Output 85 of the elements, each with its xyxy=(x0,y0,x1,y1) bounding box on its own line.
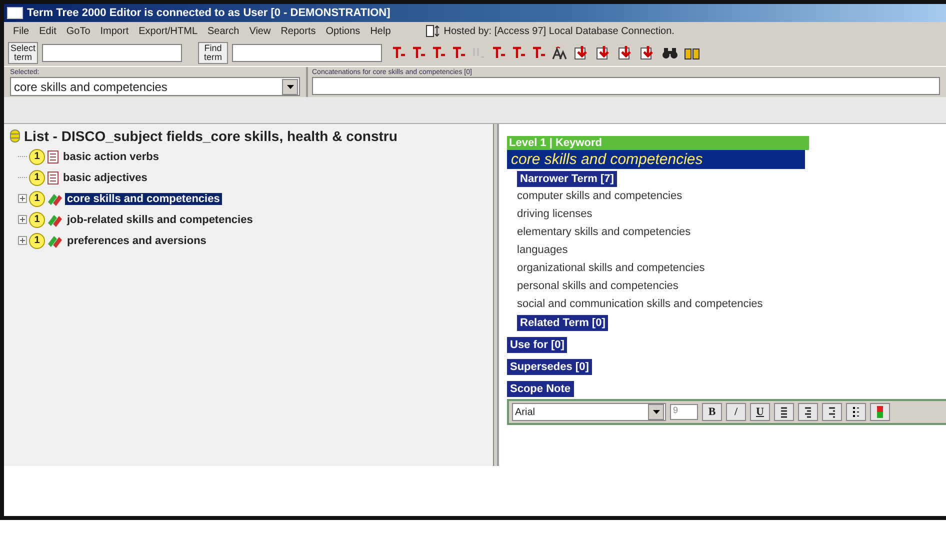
menu-item[interactable]: Options xyxy=(320,26,366,36)
menu-item[interactable]: Search xyxy=(202,26,244,36)
tree-tool-icon[interactable] xyxy=(492,46,506,60)
section-header: Use for [0] xyxy=(507,337,568,353)
database-icon xyxy=(426,25,440,37)
tree-tool-icon[interactable] xyxy=(432,46,446,60)
books-icon xyxy=(47,212,63,226)
font-size-field[interactable]: 9 xyxy=(670,404,698,420)
move-term-icon[interactable] xyxy=(574,45,590,61)
narrower-term[interactable]: organizational skills and competencies xyxy=(517,259,938,277)
bullet-list-icon xyxy=(853,406,859,418)
level-badge: 1 xyxy=(29,190,45,206)
document-icon xyxy=(47,150,59,164)
level-badge: 1 xyxy=(29,170,45,186)
narrower-term[interactable]: elementary skills and competencies xyxy=(517,223,938,241)
menu-item[interactable]: View xyxy=(244,26,276,36)
menu-item[interactable]: Edit xyxy=(34,26,62,36)
section-header: Scope Note xyxy=(507,381,574,397)
narrower-term[interactable]: driving licenses xyxy=(517,205,938,223)
expand-icon[interactable] xyxy=(18,194,27,203)
expand-icon[interactable] xyxy=(18,215,27,224)
narrower-term[interactable]: computer skills and competencies xyxy=(517,187,938,205)
level-badge: 1 xyxy=(29,232,45,248)
align-right-icon xyxy=(829,406,835,418)
menu-item[interactable]: Export/HTML xyxy=(134,26,203,36)
tree-item[interactable]: basic adjectives xyxy=(61,172,150,184)
section-header: Related Term [0] xyxy=(517,315,608,331)
level-badge: 1 xyxy=(29,148,45,164)
term-heading: core skills and competencies xyxy=(507,150,805,169)
format-button[interactable]: / xyxy=(726,403,746,421)
align-right-button[interactable] xyxy=(822,403,842,421)
align-center-icon xyxy=(805,406,811,418)
bullet-list-button[interactable] xyxy=(846,403,866,421)
document-icon xyxy=(47,170,59,184)
align-left-icon xyxy=(781,406,787,418)
tree-tool-icon[interactable] xyxy=(392,46,406,60)
font-size-icon[interactable] xyxy=(552,46,568,60)
level-label: Level 1 | Keyword xyxy=(507,136,809,150)
tree-tool-icon[interactable] xyxy=(532,46,546,60)
level-badge: 1 xyxy=(29,212,45,228)
selected-term-dropdown[interactable]: core skills and competencies xyxy=(10,77,300,96)
narrower-term[interactable]: languages xyxy=(517,241,938,259)
concatenations-field[interactable] xyxy=(312,77,940,95)
window-title: Term Tree 2000 Editor is connected to as User [0 - DEMONSTRATION] xyxy=(27,7,390,19)
window-icon xyxy=(7,7,23,19)
color-button[interactable] xyxy=(870,403,890,421)
menu-item[interactable]: Help xyxy=(365,26,396,36)
format-button[interactable]: U xyxy=(750,403,770,421)
tree-tool-icon[interactable] xyxy=(512,46,526,60)
menu-item[interactable]: File xyxy=(8,26,34,36)
tree-tool-icon[interactable] xyxy=(452,46,466,60)
expand-icon[interactable] xyxy=(18,236,27,245)
find-term-field[interactable] xyxy=(232,44,382,62)
narrower-term[interactable]: social and communication skills and competencies xyxy=(517,295,938,313)
tree-tool-icon[interactable] xyxy=(412,46,426,60)
tree-item[interactable]: basic action verbs xyxy=(61,150,161,162)
tree-item[interactable]: core skills and competencies xyxy=(65,192,222,204)
menu-item[interactable]: Reports xyxy=(276,26,321,36)
align-left-button[interactable] xyxy=(774,403,794,421)
move-term-icon[interactable] xyxy=(618,45,634,61)
book-icon[interactable] xyxy=(684,46,700,60)
dropdown-arrow-icon xyxy=(652,410,660,414)
list-icon xyxy=(10,129,20,143)
hosted-by-text: Hosted by: [Access 97] Local Database Connection. xyxy=(444,26,674,36)
section-header: Narrower Term [7] xyxy=(517,171,617,187)
tree-item[interactable]: job-related skills and competencies xyxy=(65,214,255,226)
font-dropdown[interactable]: Arial xyxy=(512,403,666,421)
menu-item[interactable]: GoTo xyxy=(61,26,96,36)
format-button[interactable]: B xyxy=(702,403,722,421)
section-header: Supersedes [0] xyxy=(507,359,592,375)
menu-item[interactable]: Import xyxy=(95,26,134,36)
books-icon xyxy=(47,234,63,248)
move-term-icon[interactable] xyxy=(596,45,612,61)
align-center-button[interactable] xyxy=(798,403,818,421)
select-term-label: Select term xyxy=(8,42,38,64)
move-term-icon[interactable] xyxy=(640,45,656,61)
tree-root-label: List - DISCO_subject fields_core skills, health & constru xyxy=(24,128,398,144)
tree-item[interactable]: preferences and aversions xyxy=(65,234,208,246)
narrower-term[interactable]: personal skills and competencies xyxy=(517,277,938,295)
find-term-label: Find term xyxy=(198,42,228,64)
binoculars-icon[interactable] xyxy=(662,46,678,60)
select-term-field[interactable] xyxy=(42,44,182,62)
dropdown-arrow-icon xyxy=(286,84,294,88)
books-icon xyxy=(47,192,63,206)
color-grid-icon xyxy=(877,406,883,418)
